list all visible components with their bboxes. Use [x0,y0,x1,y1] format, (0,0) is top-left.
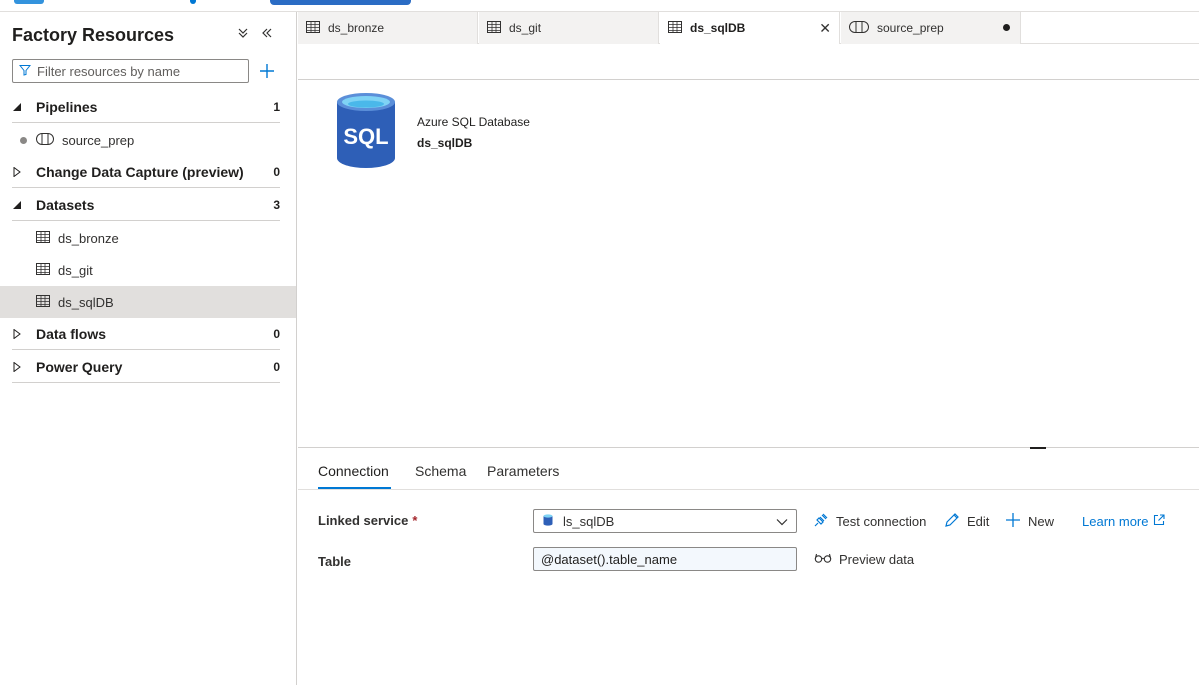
tree-item-label: source_prep [62,132,135,148]
collapsed-triangle-icon[interactable] [12,361,30,372]
collapsed-triangle-icon[interactable] [12,328,30,339]
expanded-triangle-icon[interactable] [12,200,30,210]
tab-label: ds_git [509,21,542,35]
active-tab-indicator [318,487,391,489]
preview-data-button[interactable]: Preview data [814,552,914,567]
section-count: 0 [273,359,280,374]
publish-button-fragment[interactable] [270,0,411,5]
tree-item-dataset[interactable]: ds_git [0,254,296,286]
table-icon [306,20,320,36]
edit-label: Edit [967,514,990,529]
collapse-all-icon[interactable] [237,26,249,42]
plug-icon [813,512,829,531]
dataset-name: ds_sqlDB [417,136,473,150]
dataset-type: Azure SQL Database [417,115,530,129]
banner-fragment [14,0,44,4]
section-pipelines[interactable]: Pipelines 1 [12,91,280,123]
tree-item-label: ds_git [58,262,93,278]
section-label: Pipelines [36,98,98,115]
banner-fragment [190,0,196,4]
tab-ds-git[interactable]: ds_git [479,12,659,44]
tree-item-label: ds_bronze [58,230,119,246]
filter-input[interactable] [37,63,237,79]
tab-label: source_prep [877,21,944,35]
tree-item-pipeline[interactable]: source_prep [0,124,296,156]
sql-database-icon [543,513,553,529]
tree-item-dataset[interactable]: ds_bronze [0,222,296,254]
unsaved-dot [20,136,27,144]
table-icon [487,20,501,36]
dataset-canvas: SQL Azure SQL Database ds_sqlDB [298,81,1199,447]
panel-title: Factory Resources [12,25,175,45]
section-power-query[interactable]: Power Query 0 [12,351,280,383]
pipeline-icon [849,20,869,36]
pencil-icon [944,512,960,531]
tab-source-prep[interactable]: source_prep [841,12,1021,44]
tab-label: ds_sqlDB [690,21,746,35]
section-label: Change Data Capture (preview) [36,163,244,180]
section-count: 0 [273,326,280,341]
properties-tabs: Connection Schema Parameters [298,448,1199,490]
learn-more-label: Learn more [1082,514,1149,529]
table-icon [36,262,50,278]
section-data-flows[interactable]: Data flows 0 [12,318,280,350]
table-icon [668,20,682,36]
linked-service-label-text: Linked service [318,513,409,528]
sql-database-icon: SQL [336,92,396,173]
test-connection-button[interactable]: Test connection [813,512,926,531]
factory-resources-panel: Factory Resources Pipelines 1 source_pre… [0,12,297,685]
plus-icon [1005,512,1021,531]
test-connection-label: Test connection [836,514,927,529]
sql-icon-text: SQL [343,124,388,149]
tab-ds-bronze[interactable]: ds_bronze [298,12,478,44]
tab-ds-sqldb[interactable]: ds_sqlDB ✕ [660,12,840,44]
top-banner-strip [0,0,1199,12]
linked-service-dropdown[interactable]: ls_sqlDB [533,509,797,533]
section-count: 1 [273,99,280,114]
linked-service-value: ls_sqlDB [563,513,615,529]
tree-item-label: ds_sqlDB [58,294,114,310]
section-count: 0 [273,164,280,179]
edit-button[interactable]: Edit [944,512,989,531]
properties-panel: Connection Schema Parameters Linked serv… [298,448,1199,685]
table-name-input[interactable]: @dataset().table_name [533,547,797,571]
new-button[interactable]: New [1005,512,1054,531]
tab-schema[interactable]: Schema [415,463,466,479]
filter-icon [18,64,32,79]
chevron-down-icon [776,514,788,529]
close-icon[interactable]: ✕ [819,20,831,37]
section-datasets[interactable]: Datasets 3 [12,189,280,221]
plus-icon [260,64,274,78]
editor-toolbar [298,44,1199,80]
section-label: Data flows [36,325,107,342]
section-count: 3 [273,197,280,212]
glasses-icon [814,552,832,567]
collapse-panel-icon[interactable] [261,26,273,42]
preview-data-label: Preview data [839,552,915,567]
learn-more-link[interactable]: Learn more [1082,514,1166,529]
expanded-triangle-icon[interactable] [12,102,30,112]
tab-parameters[interactable]: Parameters [487,463,559,479]
tab-connection[interactable]: Connection [318,463,389,479]
external-link-icon [1153,514,1166,529]
tab-label: ds_bronze [328,21,385,35]
linked-service-label: Linked service * [318,513,417,528]
section-label: Datasets [36,196,95,213]
unsaved-dot [1003,24,1010,31]
table-label: Table [318,554,351,569]
table-icon [36,230,50,246]
section-label: Power Query [36,358,123,375]
table-icon [36,294,50,310]
editor-tabs: ds_bronze ds_git ds_sqlDB ✕ source_prep [298,12,1199,44]
new-label: New [1028,514,1055,529]
collapsed-triangle-icon[interactable] [12,166,30,177]
section-change-data-capture[interactable]: Change Data Capture (preview) 0 [12,156,280,188]
add-resource-button[interactable] [257,59,277,83]
required-mark: * [412,513,418,528]
pipeline-icon [36,132,54,148]
filter-resources-field[interactable] [12,59,249,83]
tree-item-dataset-selected[interactable]: ds_sqlDB [0,286,296,318]
